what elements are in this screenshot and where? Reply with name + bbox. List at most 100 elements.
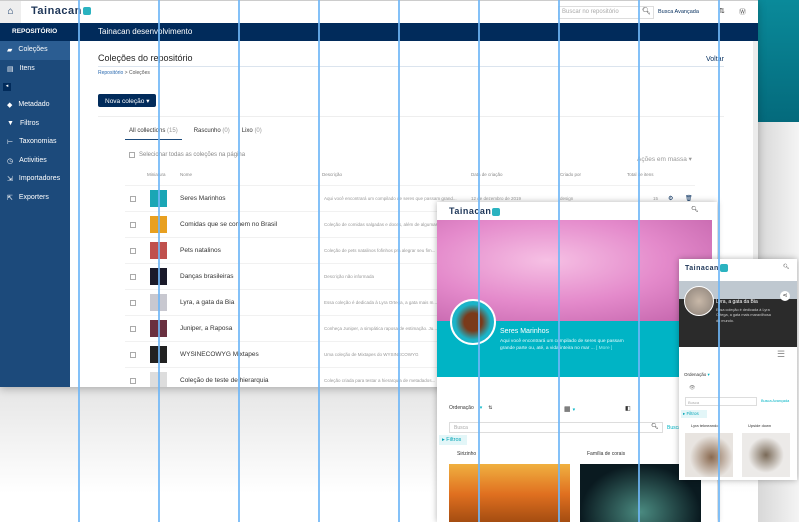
collection-name[interactable]: Pets natalinos [180, 247, 324, 254]
fullscreen-icon[interactable]: ◧ [625, 405, 631, 412]
breadcrumb-repositorio[interactable]: Repositório [98, 70, 123, 76]
sidebar-item-colecoes[interactable]: ▰ Coleções [0, 41, 70, 60]
logo[interactable]: Tainacan [31, 5, 91, 17]
wordpress-icon[interactable]: Ⓦ [739, 7, 746, 17]
collection-name[interactable]: Lyra, a gata da Bia [180, 299, 324, 306]
filter-icon: ▼ [7, 119, 14, 127]
sidebar-item-taxonomias[interactable]: ⊢ Taxonomias [0, 133, 70, 152]
search-input[interactable]: Busca [685, 397, 757, 406]
bulk-actions-dropdown[interactable]: Ações em massa ▾ [637, 155, 692, 163]
col-header[interactable]: Descrição [322, 172, 342, 177]
taxonomy-icon: ⊢ [7, 139, 14, 146]
row-checkbox[interactable] [130, 299, 136, 306]
row-checkbox[interactable] [130, 195, 136, 202]
sidebar-item-label: Metadado [18, 101, 50, 108]
collection-name[interactable]: Coleção de teste de hierarquia [180, 377, 324, 384]
sort-control[interactable]: Ordenação ▾ [684, 372, 710, 378]
top-bar: ⌂ Tainacan Buscar no repositório 🔍︎ Busc… [0, 0, 758, 24]
sidebar-item-label: Activities [19, 156, 47, 164]
item-thumbnail[interactable] [742, 433, 790, 477]
decor-teal-block [758, 0, 799, 122]
search-icon[interactable]: 🔍︎ [783, 264, 789, 270]
sidebar-item-label: Exporters [18, 193, 49, 201]
sidebar-item-label: Itens [19, 64, 35, 72]
item-title[interactable]: Sirizinho [457, 451, 476, 457]
col-header[interactable]: Data de criação [471, 172, 503, 177]
item-title[interactable]: Lyra tekneando [691, 423, 718, 428]
theme-mobile-preview: Tainacan 🔍︎ Lyra, a gata da Bia Essa col… [679, 259, 797, 480]
collection-name[interactable]: Comidas que se comem no Brasil [180, 221, 324, 228]
col-header[interactable]: Total de itens [627, 172, 654, 177]
back-link[interactable]: Voltar [706, 56, 724, 63]
share-icon[interactable]: ⋖ [780, 291, 790, 301]
grid-guide-line [238, 0, 240, 522]
col-header[interactable]: Criado por [560, 172, 581, 177]
collection-name[interactable]: Seres Marinhos [180, 195, 324, 202]
settings-icon[interactable]: ⚙ [668, 195, 673, 202]
sort-control[interactable]: Ordenação ▾ ⇅ [449, 405, 492, 411]
tab-rascunho[interactable]: Rascunho (0) [194, 128, 230, 140]
collection-name[interactable]: WYSINECOWYG Mixtapes [180, 351, 324, 358]
row-checkbox[interactable] [130, 325, 136, 332]
row-checkbox[interactable] [130, 273, 136, 280]
grid-guide-line [318, 0, 320, 522]
collection-name[interactable]: Danças brasileiras [180, 273, 324, 280]
col-header[interactable]: Miniatura [147, 172, 166, 177]
view-mode-icon[interactable]: ▦ ▾ [564, 405, 575, 413]
sidebar-item-exporters[interactable]: ⇱ Exporters [0, 189, 70, 208]
search-input[interactable]: Busca [449, 422, 663, 433]
more-link[interactable]: [ More ] [596, 346, 612, 351]
row-checkbox[interactable] [130, 351, 136, 358]
tab-all[interactable]: All collections (15) [125, 128, 182, 140]
logo[interactable]: Tainacan [685, 264, 728, 272]
collection-description: Aqui você encontrará um compilado de ser… [500, 339, 624, 352]
home-icon[interactable]: ⌂ [0, 1, 21, 24]
search-icon[interactable]: 🔍︎ [651, 423, 659, 430]
grid-guide-line [638, 0, 640, 522]
collapse-icon[interactable]: ◂ [3, 83, 11, 91]
col-header[interactable]: Nome [180, 172, 192, 177]
filters-toggle[interactable]: ▸ Filtros [681, 410, 707, 418]
row-checkbox[interactable] [130, 247, 136, 254]
collection-name[interactable]: Juniper, a Raposa [180, 325, 324, 332]
row-checkbox[interactable] [130, 221, 136, 228]
import-icon: ⇲ [7, 176, 13, 183]
tab-lixo[interactable]: Lixo (0) [242, 128, 262, 140]
created-by: design [560, 196, 574, 201]
logo[interactable]: Tainacan [449, 206, 501, 216]
collections-icon: ▰ [7, 47, 13, 54]
item-title[interactable]: Upside down [748, 423, 771, 428]
menu-icon[interactable]: ☰ [777, 349, 785, 360]
grid-guide-line [558, 0, 560, 522]
divider [98, 116, 724, 117]
items-icon: ▤ [7, 65, 14, 73]
grid-guide-line [158, 0, 160, 522]
item-thumbnail[interactable] [685, 433, 733, 477]
select-all[interactable]: Selecionar todas as coleções na página [129, 152, 245, 158]
sort-asc-icon[interactable]: ⇅ [488, 405, 492, 411]
checkbox[interactable] [129, 152, 135, 158]
sidebar-item-importadores[interactable]: ⇲ Importadores [0, 170, 70, 189]
search-icon[interactable]: 🔍︎ [642, 7, 651, 15]
grid-guide-line [398, 0, 400, 522]
filters-toggle[interactable]: ▸ Filtros [439, 435, 467, 445]
view-icon[interactable]: 👁︎ [689, 385, 695, 391]
grid-guide-line [718, 0, 720, 522]
breadcrumb-colecoes: Coleções [129, 70, 150, 76]
collection-description: Aqui você encontrará um compilado de ser… [324, 196, 457, 201]
advanced-search-link[interactable]: Busca Avançada [761, 399, 789, 403]
trash-icon[interactable]: 🗑︎ [685, 195, 693, 202]
breadcrumb: Repositório > Coleções [98, 70, 150, 76]
item-thumbnail[interactable] [449, 464, 570, 522]
item-title[interactable]: Família de corais [587, 451, 625, 457]
sidebar-item-itens[interactable]: ▤ Itens [0, 60, 70, 79]
sidebar-item-filtros[interactable]: ▼ Filtros [0, 115, 70, 134]
new-collection-button[interactable]: Nova coleção ▾ [98, 94, 156, 107]
sidebar-item-metadado[interactable]: ◆ Metadado [0, 96, 70, 115]
advanced-search-link[interactable]: Busca Avançada [658, 9, 699, 15]
row-checkbox[interactable] [130, 377, 136, 384]
search-icon[interactable]: 🔍︎ [691, 206, 699, 213]
collection-title: Seres Marinhos [500, 328, 550, 335]
sidebar-item-activities[interactable]: ◷ Activities [0, 152, 70, 171]
title-divider [98, 66, 724, 67]
